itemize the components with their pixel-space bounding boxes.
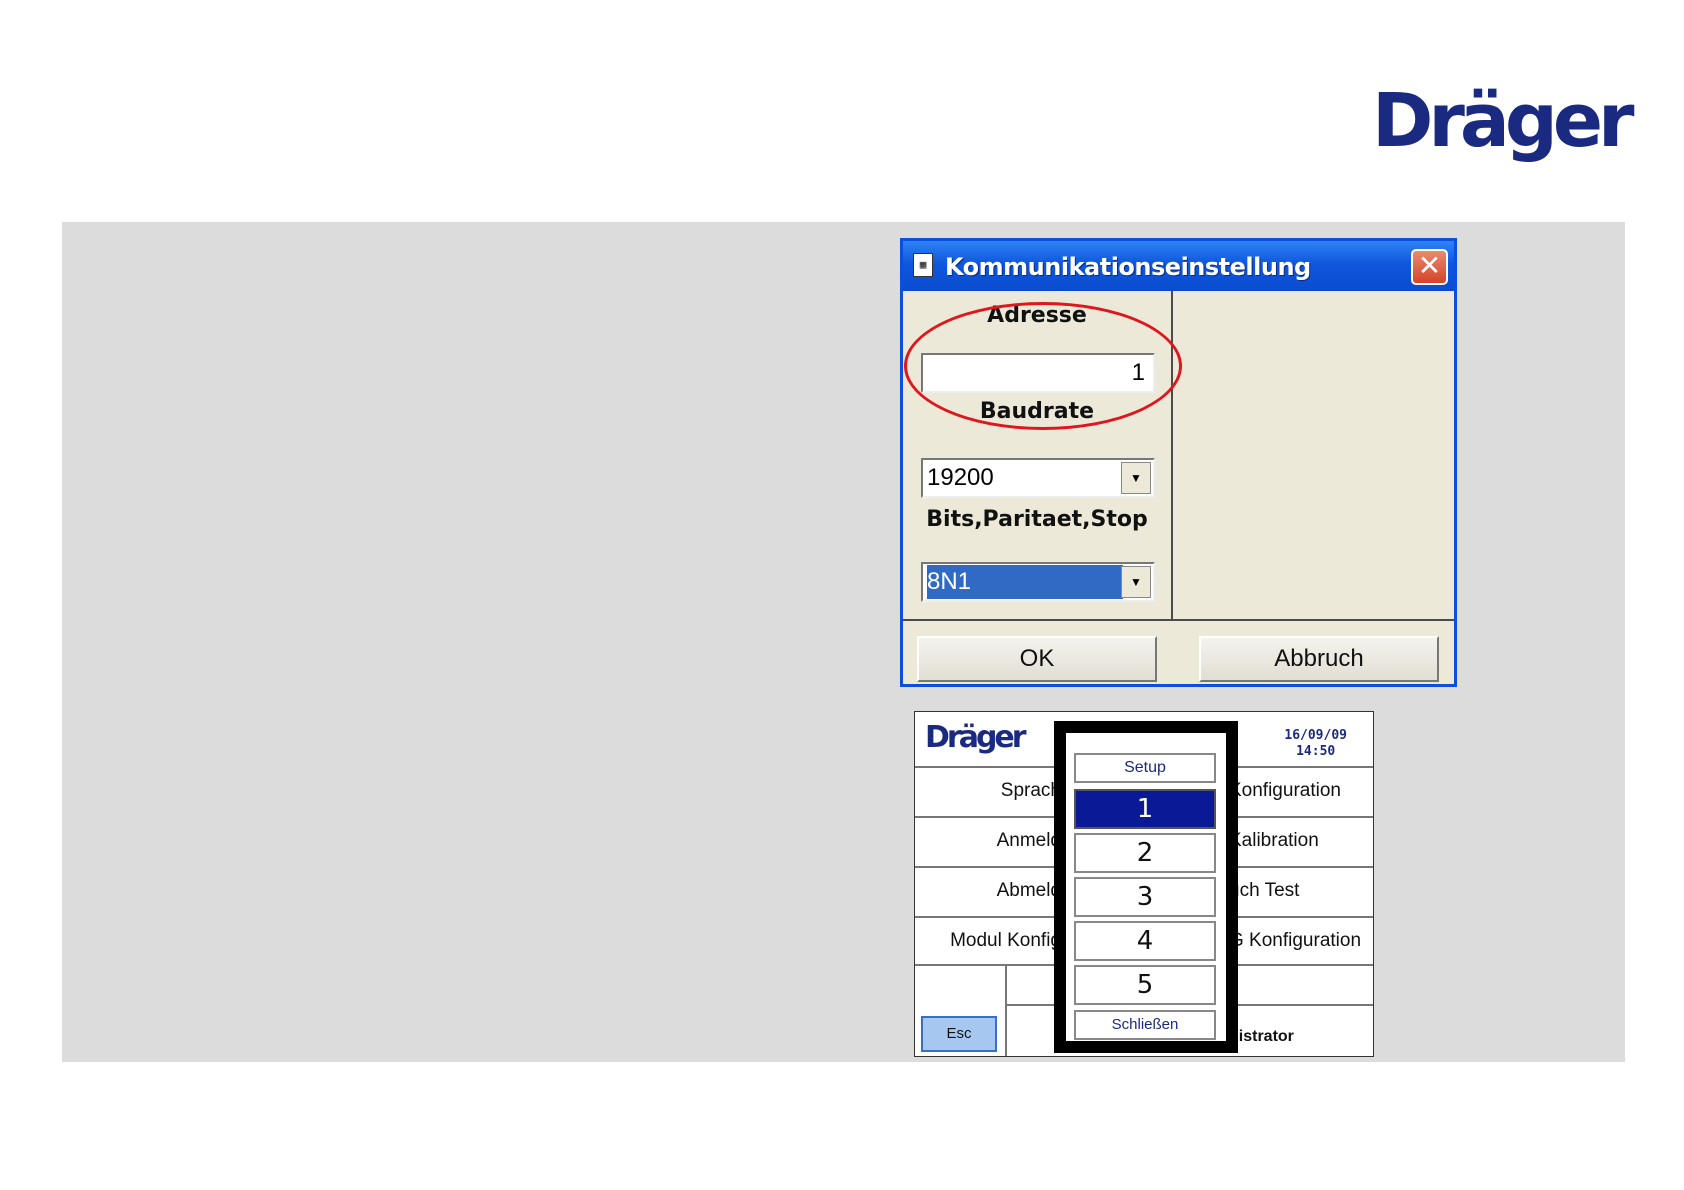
vertical-divider: [1171, 291, 1173, 619]
menu-item-right[interactable]: G Konfiguration: [1229, 930, 1361, 952]
bits-parity-stop-select[interactable]: 8N1 ▼: [921, 562, 1155, 602]
user-role-label: nistrator: [1229, 1028, 1294, 1045]
setup-option-1[interactable]: 1: [1074, 789, 1216, 829]
address-label: Adresse: [987, 303, 1087, 328]
setup-popup: Setup 1 2 3 4 5 Schließen: [1054, 721, 1238, 1053]
menu-item-left[interactable]: Modul Konfig: [950, 930, 1061, 952]
close-popup-button[interactable]: Schließen: [1074, 1010, 1216, 1040]
setup-option-3[interactable]: 3: [1074, 877, 1216, 917]
menu-item-left[interactable]: Abmeld: [997, 880, 1061, 902]
chevron-down-icon[interactable]: ▼: [1121, 566, 1151, 598]
device-datetime: 16/09/09 14:50: [1284, 728, 1347, 760]
ok-button[interactable]: OK: [917, 636, 1157, 682]
menu-item-right[interactable]: Konfiguration: [1229, 780, 1341, 802]
bits-parity-stop-value: 8N1: [927, 565, 1123, 599]
menu-item-right[interactable]: Kalibration: [1229, 830, 1319, 852]
baudrate-label: Baudrate: [979, 399, 1095, 424]
esc-button[interactable]: Esc: [921, 1016, 997, 1052]
setup-option-5[interactable]: 5: [1074, 965, 1216, 1005]
brand-logo: Dräger: [1372, 78, 1635, 164]
setup-title: Setup: [1074, 753, 1216, 783]
horizontal-divider: [903, 619, 1454, 621]
close-icon: ✕: [1417, 249, 1442, 282]
divider: [1005, 966, 1007, 1056]
dialog-titlebar[interactable]: ▦ Kommunikationseinstellung ✕: [903, 241, 1454, 291]
menu-item-left[interactable]: Sprach: [1001, 780, 1061, 802]
communication-settings-dialog: ▦ Kommunikationseinstellung ✕ Adresse 1 …: [900, 238, 1457, 687]
baudrate-select[interactable]: 19200 ▼: [921, 458, 1155, 498]
bits-parity-stop-label: Bits,Paritaet,Stop: [926, 507, 1148, 532]
close-button[interactable]: ✕: [1411, 249, 1448, 285]
menu-item-right[interactable]: uch Test: [1229, 880, 1299, 902]
setup-option-2[interactable]: 2: [1074, 833, 1216, 873]
setup-popup-body: Setup 1 2 3 4 5 Schließen: [1066, 733, 1226, 1041]
address-input[interactable]: 1: [921, 353, 1155, 393]
baudrate-value: 19200: [927, 464, 994, 491]
setup-option-4[interactable]: 4: [1074, 921, 1216, 961]
chevron-down-icon[interactable]: ▼: [1121, 462, 1151, 494]
device-logo: Dräger: [925, 720, 1027, 755]
app-window-icon: ▦: [913, 253, 933, 277]
cancel-button[interactable]: Abbruch: [1199, 636, 1439, 682]
device-date: 16/09/09: [1284, 728, 1347, 743]
dialog-title: Kommunikationseinstellung: [945, 253, 1311, 281]
device-time: 14:50: [1296, 744, 1336, 759]
menu-item-left[interactable]: Anmeld: [997, 830, 1061, 852]
